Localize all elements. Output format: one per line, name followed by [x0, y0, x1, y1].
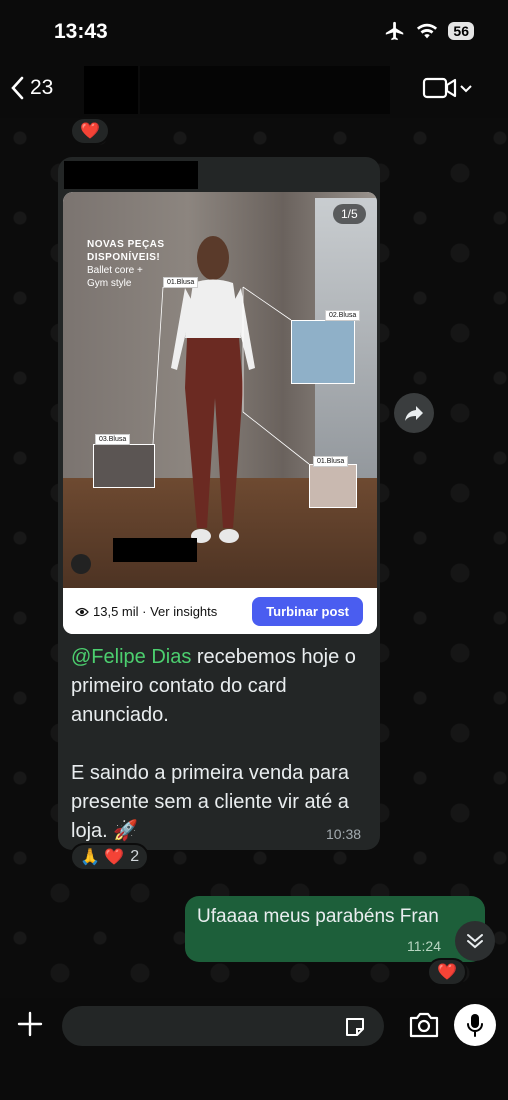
heart-reaction: ❤️	[80, 123, 100, 140]
outgoing-reaction-pill[interactable]: ❤️	[427, 958, 467, 986]
previous-reaction-pill[interactable]: ❤️	[70, 117, 110, 145]
outgoing-message-text: Ufaaaa meus parabéns Fran	[197, 906, 439, 927]
post-footer: 13,5 mil · Ver insights Turbinar post	[63, 588, 377, 634]
chat-header: 23	[0, 64, 508, 118]
reaction-count: 2	[130, 848, 140, 865]
chevron-left-icon	[10, 76, 24, 100]
outgoing-timestamp: 11:24	[407, 938, 441, 954]
redacted-sender-name	[64, 161, 198, 189]
user-icon	[71, 554, 91, 574]
status-time: 13:43	[54, 20, 108, 43]
airplane-icon	[384, 20, 406, 42]
plus-icon	[16, 1010, 44, 1038]
status-icons: 56	[384, 20, 474, 42]
video-call-button[interactable]	[422, 76, 472, 100]
video-camera-icon	[422, 76, 458, 100]
outgoing-message-bubble[interactable]: Ufaaaa meus parabéns Fran 11:24	[185, 896, 485, 962]
battery-indicator: 56	[448, 22, 474, 40]
redacted-caption	[113, 538, 197, 562]
post-image[interactable]: 1/5 NOVAS PEÇAS DISPONÍVEIS! Ballet core…	[63, 192, 377, 588]
attach-button[interactable]	[16, 1010, 44, 1038]
voice-message-button[interactable]	[454, 1004, 496, 1046]
status-bar: 13:43 56	[0, 0, 508, 64]
camera-button[interactable]	[408, 1012, 440, 1038]
microphone-icon	[466, 1013, 484, 1037]
redacted-avatar	[84, 66, 138, 114]
reaction-emojis: 🙏 ❤️	[80, 849, 125, 866]
camera-icon	[408, 1012, 440, 1038]
double-chevron-down-icon	[466, 932, 484, 950]
back-button[interactable]: 23	[10, 76, 53, 100]
unread-count: 23	[30, 76, 54, 99]
incoming-reactions-pill[interactable]: 🙏 ❤️ 2	[70, 843, 150, 871]
message-input-bar	[0, 998, 508, 1100]
boost-post-button[interactable]: Turbinar post	[252, 597, 363, 626]
message-input[interactable]	[62, 1006, 384, 1046]
mention-link[interactable]: @Felipe Dias	[71, 646, 191, 668]
chevron-down-icon	[460, 83, 472, 93]
post-views[interactable]: 13,5 mil · Ver insights	[75, 604, 217, 619]
instagram-post-card[interactable]: 1/5 NOVAS PEÇAS DISPONÍVEIS! Ballet core…	[63, 192, 377, 634]
redacted-contact-name[interactable]	[140, 66, 390, 114]
forward-button[interactable]	[394, 393, 434, 433]
incoming-message-text: @Felipe Dias recebemos hoje o primeiro c…	[71, 643, 371, 846]
tag-connector-lines	[152, 286, 310, 465]
sticker-button[interactable]	[343, 1015, 367, 1039]
eye-icon	[75, 607, 89, 617]
share-arrow-icon	[404, 404, 424, 422]
incoming-timestamp: 10:38	[326, 826, 362, 842]
heart-reaction: ❤️	[437, 964, 457, 981]
scroll-to-bottom-button[interactable]	[455, 921, 495, 961]
views-label: 13,5 mil · Ver insights	[93, 604, 218, 619]
sticker-icon	[343, 1015, 367, 1039]
wifi-icon	[416, 22, 438, 40]
